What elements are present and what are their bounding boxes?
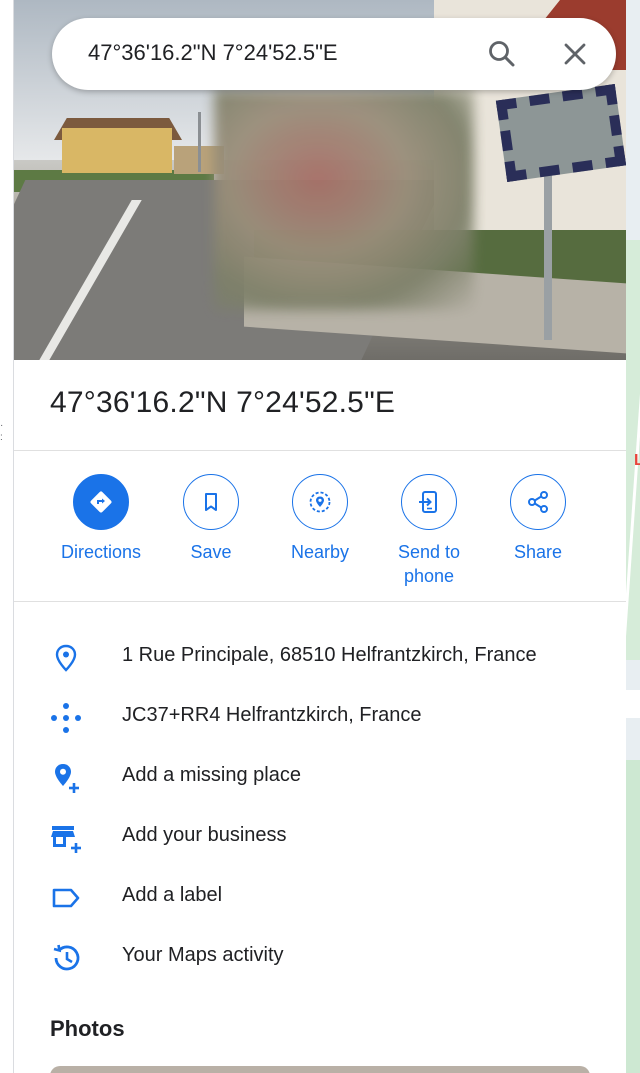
label-icon: [52, 888, 80, 908]
search-icon: [489, 41, 515, 67]
nearby-icon: [309, 491, 331, 513]
share-button[interactable]: Share: [483, 474, 593, 564]
close-icon: [564, 43, 586, 65]
divider: [14, 601, 626, 602]
directions-button[interactable]: Directions: [46, 474, 156, 564]
map-view-edge[interactable]: L: [626, 0, 640, 1073]
maps-activity-row[interactable]: Your Maps activity: [14, 928, 626, 984]
plus-code-row[interactable]: JC37+RR4 Helfrantzkirch, France: [14, 688, 626, 744]
add-business-icon: [51, 826, 81, 853]
directions-label: Directions: [60, 542, 142, 562]
save-label: Save: [190, 542, 232, 562]
address-text: 1 Rue Principale, 68510 Helfrantzkirch, …: [122, 644, 537, 666]
share-label: Share: [513, 542, 563, 562]
plus-code-icon: [51, 703, 81, 733]
photos-heading: Photos: [50, 1016, 125, 1041]
search-box: 47°36'16.2"N 7°24'52.5"E: [52, 18, 616, 90]
divider: [14, 450, 626, 451]
photos-thumbnail[interactable]: [50, 1066, 590, 1073]
directions-icon: [90, 491, 112, 513]
search-input[interactable]: 47°36'16.2"N 7°24'52.5"E: [88, 40, 468, 68]
search-button[interactable]: [482, 34, 522, 74]
close-button[interactable]: [555, 34, 595, 74]
plus-code-text: JC37+RR4 Helfrantzkirch, France: [122, 704, 422, 726]
add-business-text: Add your business: [122, 824, 287, 846]
left-map-edge: ·:: [0, 0, 14, 1073]
send-to-phone-icon: [419, 491, 437, 513]
share-icon: [528, 491, 548, 513]
edge-mark: ·:: [0, 420, 4, 443]
map-label-fragment: L: [634, 452, 640, 469]
bookmark-icon: [205, 493, 217, 511]
nearby-button[interactable]: Nearby: [265, 474, 375, 564]
history-icon: [53, 944, 80, 971]
send-to-phone-button[interactable]: Send to phone: [374, 474, 484, 588]
location-pin-icon: [55, 644, 77, 672]
place-panel: 47°36'16.2"N 7°24'52.5"E 47°36'16.2"N 7°…: [14, 0, 626, 1073]
add-label-text: Add a label: [122, 884, 223, 906]
send-to-phone-label: Send to phone: [397, 542, 461, 586]
add-label-row[interactable]: Add a label: [14, 868, 626, 924]
save-button[interactable]: Save: [156, 474, 266, 564]
nearby-label: Nearby: [290, 542, 350, 562]
add-business-row[interactable]: Add your business: [14, 808, 626, 864]
add-location-icon: [55, 764, 79, 793]
add-missing-place-text: Add a missing place: [122, 764, 301, 786]
place-title: 47°36'16.2"N 7°24'52.5"E: [50, 386, 396, 419]
address-row[interactable]: 1 Rue Principale, 68510 Helfrantzkirch, …: [14, 628, 626, 684]
add-missing-place-row[interactable]: Add a missing place: [14, 748, 626, 804]
maps-activity-text: Your Maps activity: [122, 944, 284, 966]
